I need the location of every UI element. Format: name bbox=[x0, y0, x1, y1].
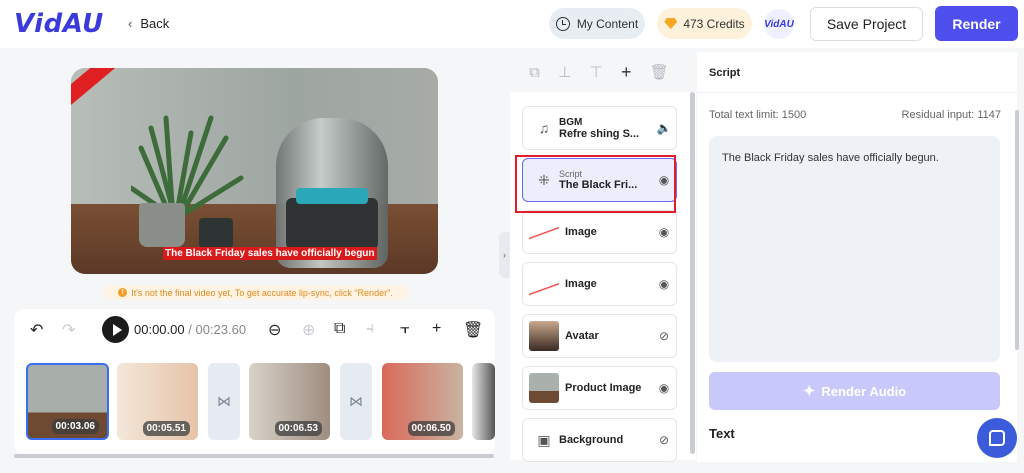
divider bbox=[697, 92, 1017, 93]
add-layer-icon[interactable]: + bbox=[621, 62, 632, 83]
warning-icon: ! bbox=[118, 288, 128, 297]
current-time: 00:00.00 bbox=[134, 322, 185, 337]
preview-subtitle: The Black Friday sales have officially b… bbox=[163, 247, 377, 260]
split-left-icon[interactable]: ⫞ bbox=[366, 320, 374, 338]
eye-off-icon[interactable]: ⊘ bbox=[652, 329, 676, 343]
collapse-panel-icon[interactable]: › bbox=[499, 232, 510, 278]
total-time: 00:23.60 bbox=[195, 322, 247, 337]
clip-5[interactable] bbox=[472, 363, 495, 440]
transition-icon[interactable]: ⋈ bbox=[208, 363, 240, 440]
delete-layer-icon[interactable]: 🗑 bbox=[650, 63, 669, 81]
clock-icon bbox=[555, 16, 570, 31]
credits-label: 473 Credits bbox=[683, 16, 745, 31]
clip-duration: 00:06.53 bbox=[274, 421, 322, 436]
avatar-thumb bbox=[529, 321, 559, 351]
eye-icon[interactable]: ◉ bbox=[652, 381, 676, 395]
lip-sync-warning: ! It's not the final video yet, To get a… bbox=[103, 285, 408, 300]
layer-image-1[interactable]: Image ◉ bbox=[522, 210, 677, 254]
clip-duration: 00:03.06 bbox=[51, 419, 99, 434]
zoom-in-icon[interactable]: ⊕ bbox=[302, 320, 315, 340]
layer-bgm[interactable]: ♫ BGM Refre shing S... 🔈 bbox=[522, 106, 677, 150]
image-thumb bbox=[529, 269, 559, 299]
video-preview[interactable]: The Black Friday sales have officially b… bbox=[71, 68, 438, 274]
trash-icon[interactable]: 🗑 bbox=[463, 320, 483, 340]
back-button[interactable]: ‹ Back bbox=[128, 16, 169, 31]
my-content-label: My Content bbox=[576, 16, 639, 31]
script-textarea[interactable]: The Black Friday sales have officially b… bbox=[709, 136, 1000, 362]
redo-icon[interactable]: ↷ bbox=[62, 320, 75, 340]
layer-image-2[interactable]: Image ◉ bbox=[522, 262, 677, 306]
render-button[interactable]: Render bbox=[935, 6, 1018, 41]
chevron-left-icon: ‹ bbox=[128, 16, 133, 31]
layers-scrollbar[interactable] bbox=[690, 92, 695, 454]
zoom-out-icon[interactable]: ⊖ bbox=[268, 320, 281, 340]
plant-pot-small bbox=[199, 218, 233, 248]
eye-icon[interactable]: ◉ bbox=[652, 277, 676, 291]
layer-text: BGM Refre shing S... bbox=[559, 117, 652, 140]
layer-name: Refre shing S... bbox=[559, 127, 640, 140]
my-content-button[interactable]: My Content bbox=[549, 8, 645, 39]
split-right-icon[interactable]: ⫟ bbox=[400, 320, 410, 338]
selection-highlight bbox=[515, 155, 676, 213]
clip-4[interactable]: 00:06.50 bbox=[382, 363, 463, 440]
undo-icon[interactable]: ↶ bbox=[30, 320, 43, 340]
render-audio-button[interactable]: ✦ Render Audio bbox=[709, 372, 1000, 410]
top-bar: VidAU ‹ Back My Content 473 Credits VidA… bbox=[0, 0, 1024, 48]
time-display: 00:00.00 / 00:23.60 bbox=[134, 322, 246, 337]
clip-duration: 00:05.51 bbox=[142, 421, 190, 436]
plant-pot-large bbox=[139, 203, 185, 247]
timeline-scrollbar[interactable] bbox=[14, 454, 494, 458]
layer-name: Image bbox=[565, 278, 597, 290]
clip-3[interactable]: 00:06.53 bbox=[249, 363, 330, 440]
clip-duration: 00:06.50 bbox=[407, 421, 455, 436]
timeline-panel: ↶ ↷ 00:00.00 / 00:23.60 ⊖ ⊕ ⧉ ⫞ ⫟ + 🗑 00… bbox=[14, 309, 495, 454]
music-icon: ♫ bbox=[538, 120, 550, 136]
layer-product-image[interactable]: Product Image ◉ bbox=[522, 366, 677, 410]
vidau-logo[interactable]: VidAU bbox=[14, 9, 104, 39]
chat-support-button[interactable] bbox=[977, 418, 1017, 458]
clip-2[interactable]: 00:05.51 bbox=[117, 363, 198, 440]
warning-text: It's not the final video yet, To get acc… bbox=[131, 287, 393, 298]
align-bottom-icon[interactable]: ⊤ bbox=[590, 63, 603, 81]
layer-background[interactable]: ▣ Background ⊘ bbox=[522, 418, 677, 462]
volume-icon[interactable]: 🔈 bbox=[652, 121, 676, 135]
time-separator: / bbox=[188, 322, 192, 337]
layer-name: Image bbox=[565, 226, 597, 238]
layer-name: Background bbox=[559, 434, 624, 446]
layer-name: Avatar bbox=[565, 330, 599, 342]
chat-icon bbox=[989, 430, 1005, 446]
layer-title: BGM bbox=[559, 116, 583, 128]
residual-input: Residual input: 1147 bbox=[901, 109, 1001, 121]
transition-icon[interactable]: ⋈ bbox=[340, 363, 372, 440]
panel-scrollbar[interactable] bbox=[1015, 110, 1019, 350]
layer-toolbar: ⧉ ⊥ ⊤ + 🗑 bbox=[510, 52, 688, 92]
text-section-title: Text bbox=[709, 426, 735, 441]
sparkle-icon: ✦ bbox=[802, 383, 816, 400]
layers-list: ♫ BGM Refre shing S... 🔈 ⁜ Script The Bl… bbox=[510, 92, 696, 462]
duplicate-icon[interactable]: ⧉ bbox=[529, 64, 540, 81]
clip-1[interactable]: 00:03.06 bbox=[26, 363, 109, 440]
render-audio-label: Render Audio bbox=[821, 383, 907, 399]
product-thumb bbox=[529, 373, 559, 403]
script-panel: Script Total text limit: 1500 Residual i… bbox=[697, 52, 1017, 462]
copy-icon[interactable]: ⧉ bbox=[334, 320, 345, 338]
speaker-glow bbox=[296, 188, 368, 204]
eye-off-icon[interactable]: ⊘ bbox=[652, 433, 676, 447]
user-avatar[interactable]: VidAU bbox=[764, 9, 794, 39]
clip-strip: 00:03.06 00:05.51 ⋈ 00:06.53 ⋈ 00:06.50 bbox=[26, 362, 495, 440]
back-label: Back bbox=[140, 16, 170, 31]
text-limit: Total text limit: 1500 bbox=[709, 109, 807, 121]
add-icon[interactable]: + bbox=[432, 320, 441, 338]
layer-avatar[interactable]: Avatar ⊘ bbox=[522, 314, 677, 358]
layer-name: Product Image bbox=[565, 382, 642, 394]
panel-title: Script bbox=[709, 67, 741, 79]
save-project-button[interactable]: Save Project bbox=[810, 7, 923, 41]
credits-badge[interactable]: 473 Credits bbox=[657, 8, 752, 39]
gem-icon bbox=[664, 18, 678, 29]
play-button[interactable] bbox=[102, 316, 129, 343]
background-icon: ▣ bbox=[537, 431, 551, 448]
align-top-icon[interactable]: ⊥ bbox=[558, 63, 571, 81]
image-thumb bbox=[529, 217, 559, 247]
eye-icon[interactable]: ◉ bbox=[652, 225, 676, 239]
